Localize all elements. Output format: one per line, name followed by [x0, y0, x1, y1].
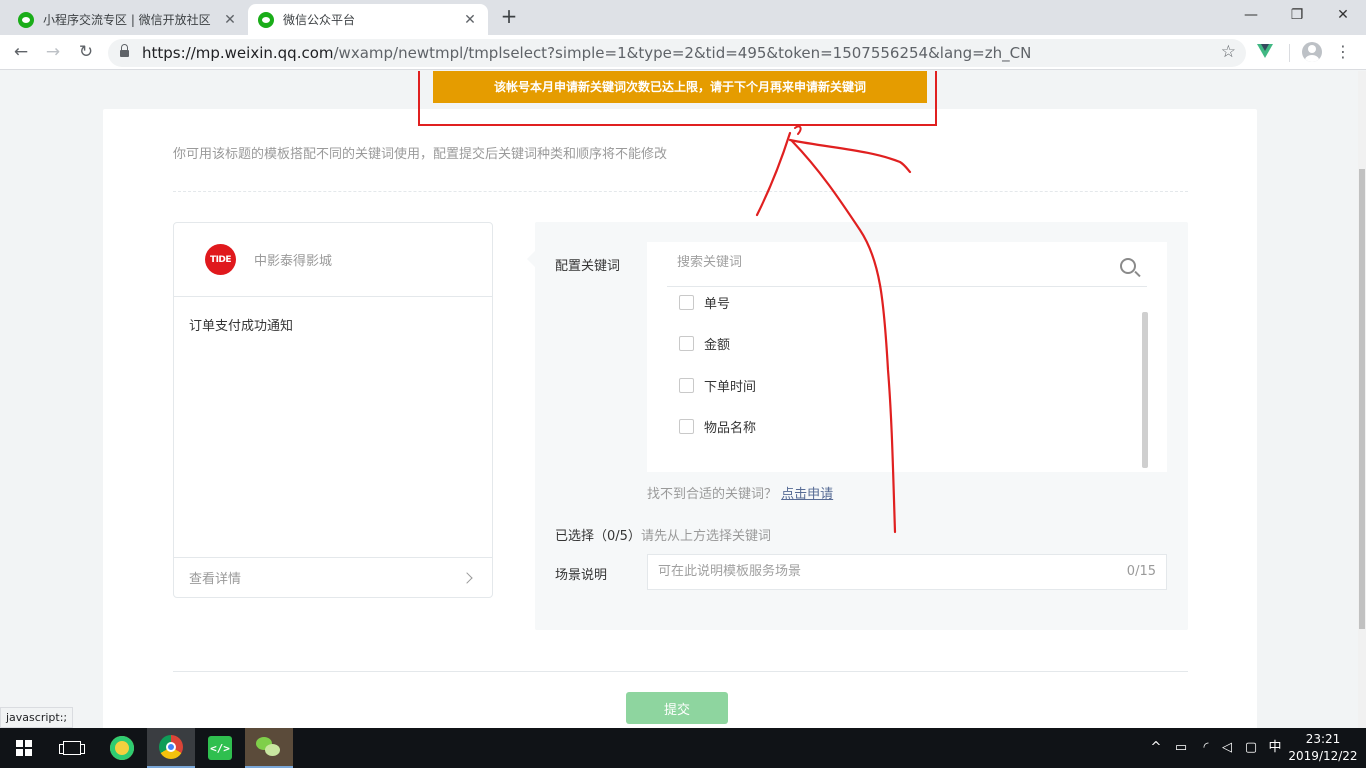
selected-label: 已选择（0/5）	[555, 529, 641, 544]
keyword-list: 单号 金额 下单时间 物品名称	[647, 288, 1147, 472]
taskbar-app-music[interactable]	[98, 728, 146, 768]
checkbox[interactable]	[679, 335, 694, 351]
profile-avatar-icon[interactable]	[1302, 42, 1322, 62]
keyword-selector: 单号 金额 下单时间 物品名称	[647, 242, 1167, 472]
wechat-devtools-icon: </>	[208, 736, 232, 760]
keywords-label: 配置关键词	[555, 259, 621, 274]
apply-keyword-link[interactable]: 点击申请	[781, 487, 833, 502]
close-window-button[interactable]: ✕	[1320, 0, 1366, 30]
scene-label: 场景说明	[555, 568, 608, 583]
notification-icon[interactable]: ▢	[1242, 728, 1260, 768]
toolbar-divider	[1289, 44, 1290, 62]
taskbar-app-chrome[interactable]	[147, 728, 195, 768]
scene-input[interactable]	[658, 564, 1098, 579]
checkbox[interactable]	[679, 418, 694, 434]
keyword-search	[667, 242, 1147, 287]
keyword-search-input[interactable]	[677, 255, 1097, 270]
keyword-item[interactable]: 单号	[679, 292, 730, 312]
checkbox[interactable]	[679, 294, 694, 310]
chrome-icon	[159, 735, 183, 759]
ime-indicator[interactable]: 中	[1266, 728, 1284, 768]
chevron-right-icon	[461, 571, 473, 584]
windows-taskbar: </> ^ ▭ ◜ ◁ ▢ 中 23:21 2019/12/22	[0, 728, 1366, 768]
account-name: 中影泰得影城	[254, 254, 333, 269]
page-scrollbar[interactable]	[1358, 71, 1366, 728]
wifi-icon[interactable]: ◜	[1196, 728, 1216, 768]
music-app-icon	[110, 736, 134, 760]
restore-button[interactable]: ❐	[1274, 0, 1320, 30]
minimize-button[interactable]: —	[1228, 0, 1274, 30]
keyword-label: 物品名称	[704, 420, 757, 436]
panel-pointer	[527, 251, 535, 267]
tray-expand-icon[interactable]: ^	[1148, 728, 1164, 768]
tab-title: 微信公众平台	[283, 13, 356, 27]
keyword-label: 金额	[704, 337, 731, 353]
keyword-item[interactable]: 金额	[679, 333, 730, 353]
windows-logo-icon	[16, 740, 32, 756]
vue-devtools-extension-icon[interactable]	[1257, 44, 1273, 58]
tab-close-icon[interactable]: ✕	[222, 12, 238, 28]
template-config-card: 你可用该标题的模板搭配不同的关键词使用，配置提交后关键词种类和顺序将不能修改 T…	[103, 109, 1257, 728]
clock-time: 23:21	[1305, 732, 1341, 746]
tab-close-icon[interactable]: ✕	[462, 12, 478, 28]
template-preview: TIDE 中影泰得影城 订单支付成功通知 查看详情	[173, 222, 493, 598]
account-logo: TIDE	[205, 244, 236, 275]
forward-arrow-icon[interactable]: →	[41, 41, 65, 65]
template-title: 订单支付成功通知	[189, 319, 294, 334]
taskbar-app-devtools[interactable]: </>	[196, 728, 244, 768]
task-view-button[interactable]	[48, 728, 96, 768]
search-icon[interactable]	[1120, 258, 1136, 274]
selected-count: 已选择（0/5）请先从上方选择关键词	[555, 525, 771, 544]
view-detail-label: 查看详情	[189, 572, 242, 587]
battery-icon[interactable]: ▭	[1172, 728, 1190, 768]
dashed-divider	[173, 191, 1188, 192]
page-scrollbar-thumb[interactable]	[1359, 169, 1365, 629]
taskbar-app-wechat[interactable]	[245, 728, 293, 768]
view-detail-link[interactable]: 查看详情	[174, 557, 492, 597]
reload-icon[interactable]: ↻	[74, 41, 98, 65]
keyword-label: 单号	[704, 296, 731, 312]
scene-char-counter: 0/15	[1126, 564, 1156, 579]
keyword-config-panel: 配置关键词 单号 金额 下单时间 物品名称 找不到合适的关键词？ 点击申请	[527, 222, 1188, 630]
back-arrow-icon[interactable]: ←	[9, 41, 33, 65]
scene-field: 0/15	[647, 554, 1167, 590]
tab-wechat-mp[interactable]: 微信公众平台 ✕	[248, 4, 488, 35]
volume-icon[interactable]: ◁	[1218, 728, 1236, 768]
preview-header: TIDE 中影泰得影城	[174, 223, 492, 297]
browser-tab-strip: 小程序交流专区 | 微信开放社区 ✕ 微信公众平台 ✕ + — ❐ ✕	[0, 0, 1366, 35]
wechat-icon	[256, 736, 282, 758]
tab-title: 小程序交流专区 | 微信开放社区	[43, 13, 211, 27]
url-text[interactable]: https://mp.weixin.qq.com/wxamp/newtmpl/t…	[142, 39, 1031, 67]
footer-divider	[173, 671, 1188, 672]
wechat-favicon-icon	[258, 11, 274, 28]
keyword-item[interactable]: 下单时间	[679, 375, 756, 395]
tab-wechat-community[interactable]: 小程序交流专区 | 微信开放社区 ✕	[8, 4, 248, 35]
task-view-icon	[59, 741, 85, 755]
start-button[interactable]	[0, 728, 48, 768]
url-path: /wxamp/newtmpl/tmplselect?simple=1&type=…	[333, 44, 1032, 62]
browser-menu-icon[interactable]: ⋮	[1333, 42, 1353, 62]
not-found-text: 找不到合适的关键词？	[647, 487, 778, 502]
wechat-favicon-icon	[18, 11, 34, 28]
system-clock[interactable]: 23:21 2019/12/22	[1283, 731, 1363, 765]
submit-button[interactable]: 提交	[626, 692, 728, 724]
clock-date: 2019/12/22	[1288, 749, 1358, 763]
bookmark-star-icon[interactable]: ☆	[1221, 42, 1236, 62]
browser-toolbar: ← → ↻ https://mp.weixin.qq.com/wxamp/new…	[0, 35, 1366, 70]
url-host: https://mp.weixin.qq.com	[142, 44, 334, 62]
keyword-not-found: 找不到合适的关键词？ 点击申请	[647, 483, 833, 502]
address-bar[interactable]: https://mp.weixin.qq.com/wxamp/newtmpl/t…	[108, 39, 1246, 67]
lock-icon	[120, 44, 129, 58]
page-viewport: 你可用该标题的模板搭配不同的关键词使用，配置提交后关键词种类和顺序将不能修改 T…	[0, 71, 1358, 728]
keyword-item[interactable]: 物品名称	[679, 416, 756, 436]
link-status-bubble: javascript:;	[0, 707, 74, 728]
selected-tip: 请先从上方选择关键词	[640, 529, 771, 544]
keyword-list-scrollbar[interactable]	[1142, 312, 1148, 468]
annotation-rectangle	[418, 71, 937, 126]
checkbox[interactable]	[679, 377, 694, 393]
new-tab-button[interactable]: +	[498, 6, 520, 28]
config-hint-text: 你可用该标题的模板搭配不同的关键词使用，配置提交后关键词种类和顺序将不能修改	[173, 147, 668, 162]
keyword-label: 下单时间	[704, 379, 757, 395]
